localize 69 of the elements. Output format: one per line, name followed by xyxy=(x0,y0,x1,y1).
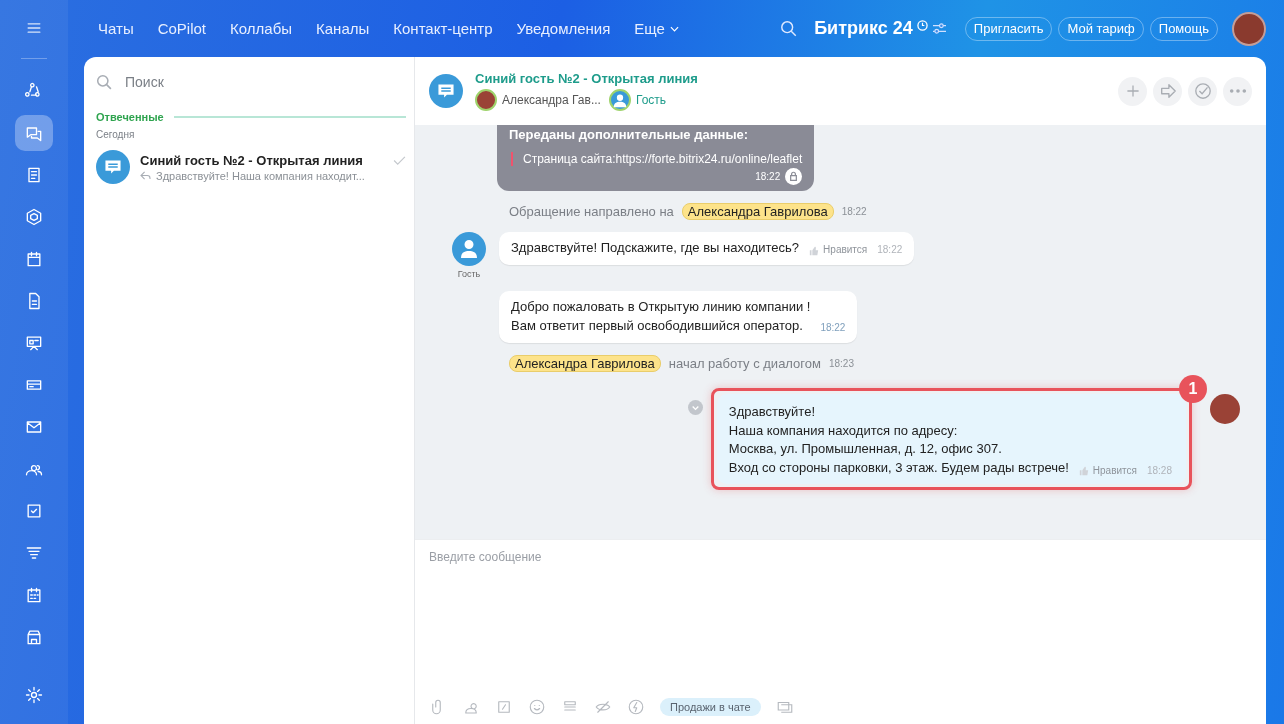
arrow-right-icon xyxy=(1158,82,1177,100)
message-time: 18:22 xyxy=(820,321,846,336)
smile-icon[interactable] xyxy=(528,698,546,716)
check-circle-icon xyxy=(1193,82,1212,100)
date-label: Сегодня xyxy=(96,129,136,140)
sales-button[interactable]: Продажи в чате xyxy=(660,698,761,716)
step-badge: 1 xyxy=(1179,374,1207,403)
search-icon[interactable] xyxy=(780,19,799,38)
search-icon xyxy=(96,73,113,91)
settings-icon xyxy=(24,685,44,705)
hexagon-icon xyxy=(24,207,44,227)
person-tag[interactable]: Александра Гаврилова xyxy=(509,354,661,372)
message-time: 18:23 xyxy=(828,357,854,369)
operator-avatar xyxy=(1210,393,1240,424)
message-time: 18:22 xyxy=(841,206,867,217)
nav-link[interactable]: Еще xyxy=(634,20,679,37)
nav-link[interactable]: Каналы xyxy=(316,20,370,37)
like-button[interactable]: Нравится xyxy=(809,243,868,258)
sidebar-item[interactable] xyxy=(15,115,53,151)
forward-button[interactable] xyxy=(1153,76,1182,106)
system-text: Обращение направлено на xyxy=(509,204,674,219)
message-text: Вход со стороны парковки, 3 этаж. Будем рады встрече! xyxy=(728,459,1069,478)
nav-link[interactable]: Чаты xyxy=(98,20,134,37)
chat-title: Синий гость №2 - Открытая линия xyxy=(140,152,363,168)
message-text: Здравствуйте! xyxy=(728,402,816,421)
message-heading: Переданы дополнительные данные: xyxy=(509,127,750,142)
nav-link[interactable]: CoPilot xyxy=(157,20,207,37)
user-avatar[interactable] xyxy=(1232,11,1266,46)
clock-icon xyxy=(916,20,928,31)
logo-text: Битрикс 24 xyxy=(814,18,913,39)
message-text: Добро пожаловать в Открытую линию компании ! xyxy=(511,298,811,316)
chat-list-item[interactable]: Синий гость №2 - Открытая линия Здравствуйте! Наша компания находит... xyxy=(96,148,406,186)
thumbs-up-icon xyxy=(1078,465,1089,476)
dialog-title: Синий гость №2 - Открытая линия xyxy=(475,71,699,86)
member-name[interactable]: Александра Гав... xyxy=(502,93,601,107)
message-time: 18:22 xyxy=(877,243,903,258)
more-icon xyxy=(1228,88,1247,94)
author-name: Гость xyxy=(457,269,481,279)
sliders-icon[interactable] xyxy=(931,22,947,35)
message-time: 18:22 xyxy=(755,171,781,182)
guest-avatar xyxy=(452,232,486,266)
chat-avatar-icon xyxy=(96,150,130,184)
person-tag[interactable]: Александра Гаврилова xyxy=(681,203,834,220)
plus-icon xyxy=(1124,83,1141,99)
nav-link[interactable]: Коллабы xyxy=(230,20,292,37)
chat-preview: Здравствуйте! Наша компания находит... xyxy=(156,169,365,182)
more-button[interactable] xyxy=(1223,76,1252,106)
message-text: Здравствуйте! Подскажите, где вы находитесь? xyxy=(511,239,800,257)
system-text: начал работу с диалогом xyxy=(668,355,821,371)
lightning-icon[interactable] xyxy=(627,698,645,716)
message-text: Наша компания находится по адресу: xyxy=(728,421,959,440)
section-title: Отвеченные xyxy=(96,111,164,123)
eye-crossed-icon[interactable] xyxy=(594,698,612,716)
guest-avatar xyxy=(608,89,631,111)
message-text: Москва, ул. Промышленная, д. 12, офис 307. xyxy=(728,440,1003,459)
nav-link[interactable]: Контакт-центр xyxy=(393,20,493,37)
message-time: 18:28 xyxy=(1146,463,1172,478)
quote-text: Страница сайта:https://forte.bitrix24.ru/online/leaflet xyxy=(511,152,803,166)
add-button[interactable] xyxy=(1118,76,1147,106)
lock-icon xyxy=(785,168,803,185)
message-text: Вам ответит первый освободившийся оператор. xyxy=(511,316,804,335)
finish-button[interactable] xyxy=(1188,76,1217,106)
chat-avatar-icon xyxy=(429,74,463,108)
operator-avatar xyxy=(475,89,497,111)
member-name[interactable]: Гость xyxy=(635,93,667,107)
nav-link[interactable]: Уведомления xyxy=(516,20,611,37)
thumbs-up-icon xyxy=(809,245,820,256)
reply-icon xyxy=(140,171,151,180)
like-button[interactable]: Нравится xyxy=(1078,463,1137,479)
